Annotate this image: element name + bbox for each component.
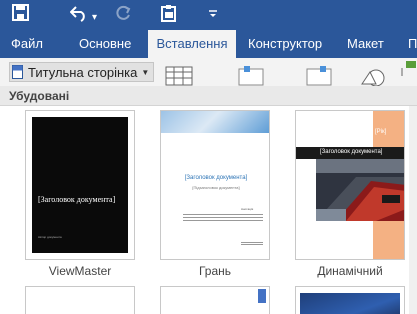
undo-dropdown-icon[interactable]: ▾ [92, 8, 97, 28]
cover-page-icon [12, 65, 23, 79]
thumb-abstract-label: Анотація [241, 207, 254, 211]
thumb-abstract-lines [183, 213, 263, 223]
chevron-down-icon: ▼ [141, 67, 150, 77]
clipboard-icon[interactable] [160, 4, 178, 22]
thumb-accent-block [258, 289, 266, 303]
tab-insert[interactable]: Вставлення [148, 30, 236, 58]
cover-thumbnail-facet[interactable]: [Заголовок документа] [Підзаголовок доку… [160, 110, 270, 260]
cover-thumbnail-row2-3[interactable] [295, 286, 405, 314]
thumb-year: [Рік] [375, 129, 387, 135]
tab-home[interactable]: Основне [79, 30, 131, 58]
cover-thumbnail-row2-2[interactable] [160, 286, 270, 314]
undo-icon[interactable] [70, 4, 88, 22]
thumb-black-page [32, 117, 128, 253]
cover-page-label: Титульна сторінка [28, 64, 138, 80]
thumb-title: [Заголовок документа] [38, 195, 116, 204]
cover-page-button[interactable]: Титульна сторінка ▼ [9, 62, 155, 82]
thumb-author: Автор документа [38, 235, 62, 239]
shapes-icon[interactable] [360, 66, 392, 86]
thumb-title: [Заголовок документа] [320, 149, 383, 155]
tab-file[interactable]: Файл [11, 30, 43, 58]
gallery-scrollbar[interactable] [409, 106, 417, 314]
cover-thumbnail-viewmaster[interactable]: [Заголовок документа] Автор документа [25, 110, 135, 260]
cover-caption-motion: Динамічний [317, 264, 383, 278]
cover-caption-facet: Грань [198, 264, 232, 278]
cover-thumbnail-motion[interactable]: [Рік] [Заголовок документа] [295, 110, 405, 260]
tab-design[interactable]: Конструктор [248, 30, 322, 58]
tab-layout[interactable]: Макет [347, 30, 384, 58]
picture-icon[interactable] [238, 66, 264, 86]
thumb-footer-lines [241, 241, 263, 245]
table-icon[interactable] [165, 66, 193, 86]
redo-icon [114, 4, 132, 22]
cover-thumbnail-row2-1[interactable] [25, 286, 135, 314]
save-icon[interactable] [12, 4, 30, 22]
train-photo [316, 159, 404, 221]
online-picture-icon[interactable] [306, 66, 332, 86]
thumb-blue-band [300, 293, 400, 314]
thumb-header-band [161, 111, 269, 133]
thumb-subtitle: [Підзаголовок документа] [192, 185, 240, 190]
smartart-icon[interactable] [400, 60, 417, 78]
cover-caption-viewmaster: ViewMaster [48, 264, 112, 278]
customize-qat-icon[interactable] [208, 4, 218, 22]
tab-references-partial[interactable]: П [408, 30, 417, 58]
thumb-title: [Заголовок документа] [184, 175, 248, 181]
gallery-section-title: Убудовані [0, 86, 417, 106]
